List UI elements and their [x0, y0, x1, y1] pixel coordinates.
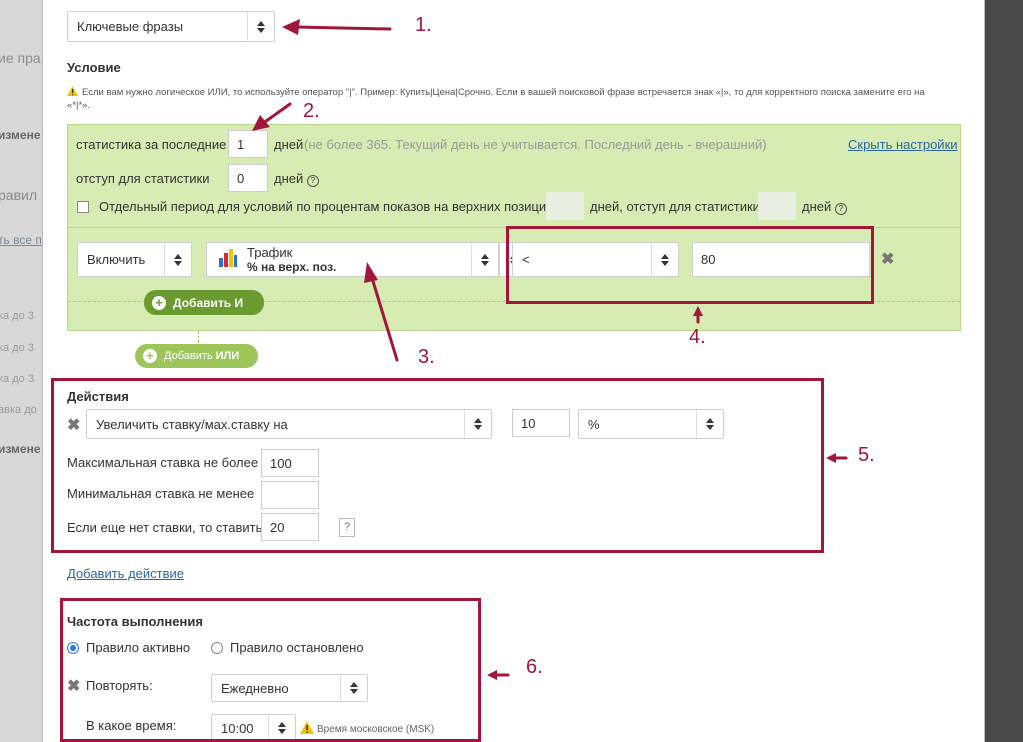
annotation-number: 3. — [418, 346, 435, 368]
background-text: ка до 3 — [0, 342, 34, 354]
separate-period-days-input[interactable] — [546, 192, 584, 220]
background-text: авка до — [0, 404, 37, 416]
annotation-number: 6. — [526, 656, 543, 678]
annotation-number: 1. — [415, 14, 432, 36]
separate-period-checkbox[interactable] — [77, 201, 89, 213]
annotation-box-5 — [51, 378, 824, 553]
background-text: ие пра — [0, 50, 41, 66]
select-arrows-icon — [247, 12, 274, 41]
background-text: ка до 3 — [0, 373, 34, 385]
help-icon[interactable]: ? — [834, 203, 847, 215]
condition-hint-text: Если вам нужно логическое ИЛИ, то исполь… — [67, 87, 925, 111]
object-type-select[interactable]: Ключевые фразы — [67, 11, 275, 42]
plus-icon: + — [143, 349, 157, 363]
stats-period-label: статистика за последние — [76, 137, 227, 152]
annotation-number: 5. — [858, 444, 875, 466]
stats-offset-input[interactable]: 0 — [228, 164, 268, 192]
condition-heading: Условие — [67, 60, 121, 75]
metric-select[interactable]: Трафик % на верх. поз. — [206, 242, 499, 277]
plus-icon: + — [152, 295, 166, 310]
include-select[interactable]: Включить — [77, 242, 192, 277]
condition-hint: Если вам нужно логическое ИЛИ, то исполь… — [67, 86, 947, 112]
add-action-link[interactable]: Добавить действие — [67, 566, 184, 581]
days-label: дней — [274, 137, 304, 152]
connector-line — [198, 331, 199, 343]
object-type-value: Ключевые фразы — [77, 19, 184, 34]
background-text: ть все п — [0, 233, 42, 247]
help-icon[interactable]: ? — [306, 175, 319, 187]
annotation-box-6 — [60, 598, 481, 742]
stats-days-hint: (не более 365. Текущий день не учитывает… — [304, 137, 767, 152]
separate-offset-input[interactable] — [758, 192, 796, 220]
annotation-box-4 — [506, 226, 874, 304]
include-value: Включить — [87, 252, 146, 267]
overlay-edge — [983, 0, 1023, 742]
metric-name: Трафик — [247, 244, 293, 260]
warning-icon — [67, 86, 78, 100]
annotation-number: 2. — [303, 100, 320, 122]
days-label: дней ? — [274, 171, 319, 187]
stats-offset-label: отступ для статистики — [76, 171, 210, 186]
remove-condition-icon[interactable]: ✖ — [881, 249, 894, 269]
background-text: ка до 3 — [0, 310, 34, 322]
metric-subname: % на верх. поз. — [247, 259, 337, 274]
select-arrows-icon — [164, 243, 191, 276]
separate-offset-label: дней, отступ для статистики — [590, 199, 760, 214]
add-and-button[interactable]: + Добавить И — [144, 290, 264, 315]
background-text: равил — [0, 187, 37, 203]
days-label: дней ? — [802, 199, 847, 215]
annotation-number: 4. — [689, 326, 706, 348]
separate-period-label: Отдельный период для условий по процента… — [99, 199, 560, 214]
select-arrows-icon — [471, 243, 498, 276]
hide-settings-link[interactable]: Скрыть настройки — [848, 137, 958, 152]
background-text: измене — [0, 442, 41, 456]
background-text: измене — [0, 128, 41, 142]
traffic-chart-icon — [219, 249, 237, 270]
stats-days-input[interactable]: 1 — [228, 130, 268, 158]
add-or-button[interactable]: + Добавить ИЛИ — [135, 344, 258, 368]
